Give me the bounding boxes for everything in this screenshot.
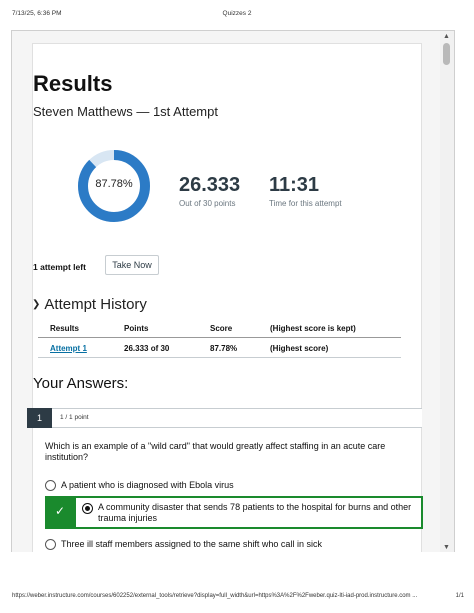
take-now-button[interactable]: Take Now <box>105 255 159 275</box>
your-answers-heading: Your Answers: <box>33 375 129 392</box>
answer-option-text: A community disaster that sends 78 patie… <box>98 502 412 523</box>
radio-unselected-icon <box>45 480 56 491</box>
attempt-score: 87.78% <box>210 344 238 353</box>
page-title: Results <box>33 71 113 96</box>
radio-selected-icon <box>82 503 93 514</box>
attempt-points: 26.333 of 30 <box>124 344 170 353</box>
score-caption: Out of 30 points <box>179 199 236 208</box>
correct-indicator: ✓ <box>47 498 76 527</box>
column-header-points: Points <box>124 324 149 333</box>
browser-viewport: Results Steven Matthews — 1st Attempt 87… <box>11 30 455 552</box>
time-stat: 11:31 Time for this attempt <box>269 174 342 208</box>
attempt-link[interactable]: Attempt 1 <box>50 344 87 353</box>
radio-unselected-icon <box>45 539 56 550</box>
attempt-history-heading: Attempt History <box>44 296 147 313</box>
scroll-down-icon[interactable]: ▼ <box>443 544 450 551</box>
attempt-subtitle: Steven Matthews — 1st Attempt <box>33 104 218 119</box>
print-url: https://weber.instructure.com/courses/60… <box>12 593 418 599</box>
question-text: Which is an example of a "wild card" tha… <box>45 441 386 462</box>
answer-option-correct: ✓ A community disaster that sends 78 pat… <box>45 496 423 529</box>
question-points: 1 / 1 point <box>60 414 89 421</box>
score-value: 26.333 <box>179 174 241 196</box>
column-header-score: Score <box>210 324 233 333</box>
chevron-down-icon: ❯ <box>32 299 41 310</box>
print-title: Quizzes 2 <box>222 10 252 17</box>
attempt-history-toggle[interactable]: ❯ Attempt History <box>32 296 147 313</box>
scrollbar[interactable]: ▲ ▼ <box>440 31 454 552</box>
time-value: 11:31 <box>269 174 320 196</box>
column-header-results: Results <box>50 324 79 333</box>
attempt-note: (Highest score) <box>270 344 329 353</box>
score-percent: 87.78% <box>95 178 133 190</box>
score-stat: 26.333 Out of 30 points <box>179 174 240 208</box>
answer-option: Three ill staff members assigned to the … <box>45 539 345 551</box>
print-page-number: 1/1 <box>455 593 464 599</box>
scroll-up-icon[interactable]: ▲ <box>443 33 450 40</box>
attempts-left: 1 attempt left <box>33 262 86 272</box>
answer-option: A patient who is diagnosed with Ebola vi… <box>45 480 345 492</box>
check-icon: ✓ <box>55 504 66 518</box>
time-caption: Time for this attempt <box>269 199 342 208</box>
attempt-history-table: Results Points Score (Highest score is k… <box>38 318 401 358</box>
answer-option-text: A patient who is diagnosed with Ebola vi… <box>61 480 234 490</box>
table-header-row: Results Points Score (Highest score is k… <box>38 318 401 338</box>
question-number: 1 <box>27 408 52 428</box>
table-row: Attempt 1 26.333 of 30 87.78% (Highest s… <box>38 338 401 358</box>
column-header-note: (Highest score is kept) <box>270 324 356 333</box>
scrollbar-thumb[interactable] <box>443 43 450 65</box>
answer-option-text: Three ill staff members assigned to the … <box>61 539 322 549</box>
